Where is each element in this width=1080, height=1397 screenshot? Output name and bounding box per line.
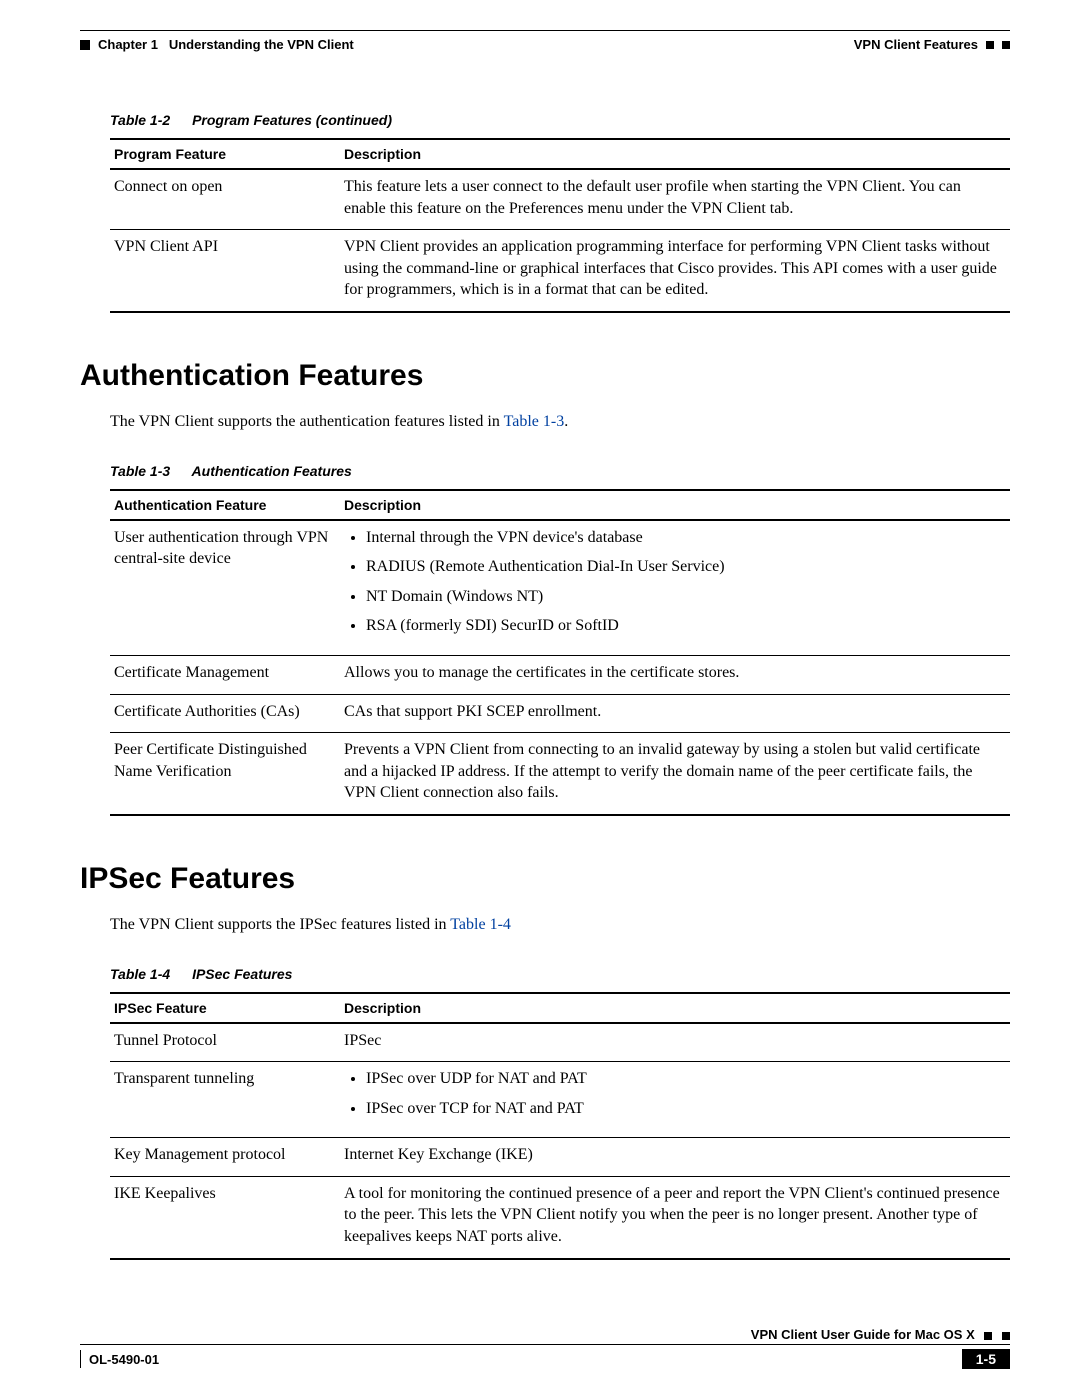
header-section: VPN Client Features — [854, 37, 978, 52]
feature-cell: Connect on open — [110, 169, 340, 230]
chapter-title: Understanding the VPN Client — [169, 37, 354, 52]
table-caption: Table 1-4 IPSec Features — [110, 966, 1010, 982]
page-number: 1-5 — [962, 1349, 1010, 1369]
desc-cell: This feature lets a user connect to the … — [340, 169, 1010, 230]
table-row: Connect on open This feature lets a user… — [110, 169, 1010, 230]
bullet-list: IPSec over UDP for NAT and PAT IPSec ove… — [344, 1068, 1006, 1119]
feature-cell: User authentication through VPN central-… — [110, 520, 340, 656]
desc-cell: A tool for monitoring the continued pres… — [340, 1176, 1010, 1258]
list-item: RSA (formerly SDI) SecurID or SoftID — [366, 615, 1006, 637]
table-caption: Table 1-2 Program Features (continued) — [110, 112, 1010, 128]
col-header: Authentication Feature — [110, 490, 340, 520]
col-header: Program Feature — [110, 139, 340, 169]
table-row: Peer Certificate Distinguished Name Veri… — [110, 733, 1010, 815]
col-header: Description — [340, 993, 1010, 1023]
table-row: Transparent tunneling IPSec over UDP for… — [110, 1062, 1010, 1138]
feature-cell: Certificate Management — [110, 655, 340, 694]
footer-rule-icon — [80, 1350, 81, 1368]
table-row: Tunnel Protocol IPSec — [110, 1023, 1010, 1062]
list-item: IPSec over TCP for NAT and PAT — [366, 1098, 1006, 1120]
feature-cell: Tunnel Protocol — [110, 1023, 340, 1062]
table-title: IPSec Features — [192, 966, 292, 982]
bullet-list: Internal through the VPN device's databa… — [344, 527, 1006, 637]
ipsec-features-table: IPSec Feature Description Tunnel Protoco… — [110, 992, 1010, 1260]
header-marker-icon — [1002, 41, 1010, 49]
footer-marker-icon — [1002, 1332, 1010, 1340]
table-row: Certificate Authorities (CAs) CAs that s… — [110, 694, 1010, 733]
desc-cell: IPSec over UDP for NAT and PAT IPSec ove… — [340, 1062, 1010, 1138]
footer-marker-icon — [984, 1332, 992, 1340]
table-number: Table 1-2 — [110, 112, 170, 128]
feature-cell: Certificate Authorities (CAs) — [110, 694, 340, 733]
chapter-label: Chapter 1 — [98, 37, 158, 52]
col-header: IPSec Feature — [110, 993, 340, 1023]
page-header: Chapter 1 Understanding the VPN Client V… — [80, 37, 1010, 52]
desc-cell: Prevents a VPN Client from connecting to… — [340, 733, 1010, 815]
section-intro: The VPN Client supports the authenticati… — [110, 411, 1010, 433]
list-item: NT Domain (Windows NT) — [366, 586, 1006, 608]
auth-features-table: Authentication Feature Description User … — [110, 489, 1010, 816]
list-item: RADIUS (Remote Authentication Dial-In Us… — [366, 556, 1006, 578]
feature-cell: IKE Keepalives — [110, 1176, 340, 1258]
header-marker-icon — [80, 40, 90, 50]
section-heading-ipsec: IPSec Features — [80, 862, 1010, 896]
table-row: IKE Keepalives A tool for monitoring the… — [110, 1176, 1010, 1258]
col-header: Description — [340, 139, 1010, 169]
desc-cell: Internet Key Exchange (IKE) — [340, 1138, 1010, 1177]
desc-cell: Internal through the VPN device's databa… — [340, 520, 1010, 656]
table-title: Program Features (continued) — [192, 112, 392, 128]
feature-cell: Peer Certificate Distinguished Name Veri… — [110, 733, 340, 815]
page-footer: VPN Client User Guide for Mac OS X OL-54… — [80, 1327, 1010, 1369]
xref-link[interactable]: Table 1-3 — [504, 413, 565, 430]
feature-cell: VPN Client API — [110, 230, 340, 312]
table-caption: Table 1-3 Authentication Features — [110, 463, 1010, 479]
feature-cell: Key Management protocol — [110, 1138, 340, 1177]
desc-cell: CAs that support PKI SCEP enrollment. — [340, 694, 1010, 733]
table-number: Table 1-3 — [110, 463, 170, 479]
table-row: Certificate Management Allows you to man… — [110, 655, 1010, 694]
table-title: Authentication Features — [192, 463, 352, 479]
section-heading-auth: Authentication Features — [80, 359, 1010, 393]
book-title: VPN Client User Guide for Mac OS X — [751, 1327, 975, 1342]
table-row: Key Management protocol Internet Key Exc… — [110, 1138, 1010, 1177]
table-number: Table 1-4 — [110, 966, 170, 982]
desc-cell: IPSec — [340, 1023, 1010, 1062]
col-header: Description — [340, 490, 1010, 520]
feature-cell: Transparent tunneling — [110, 1062, 340, 1138]
section-intro: The VPN Client supports the IPSec featur… — [110, 914, 1010, 936]
list-item: IPSec over UDP for NAT and PAT — [366, 1068, 1006, 1090]
desc-cell: VPN Client provides an application progr… — [340, 230, 1010, 312]
header-marker-icon — [986, 41, 994, 49]
program-features-table: Program Feature Description Connect on o… — [110, 138, 1010, 313]
xref-link[interactable]: Table 1-4 — [450, 916, 511, 933]
table-row: User authentication through VPN central-… — [110, 520, 1010, 656]
table-row: VPN Client API VPN Client provides an ap… — [110, 230, 1010, 312]
list-item: Internal through the VPN device's databa… — [366, 527, 1006, 549]
desc-cell: Allows you to manage the certificates in… — [340, 655, 1010, 694]
doc-id: OL-5490-01 — [89, 1352, 159, 1367]
